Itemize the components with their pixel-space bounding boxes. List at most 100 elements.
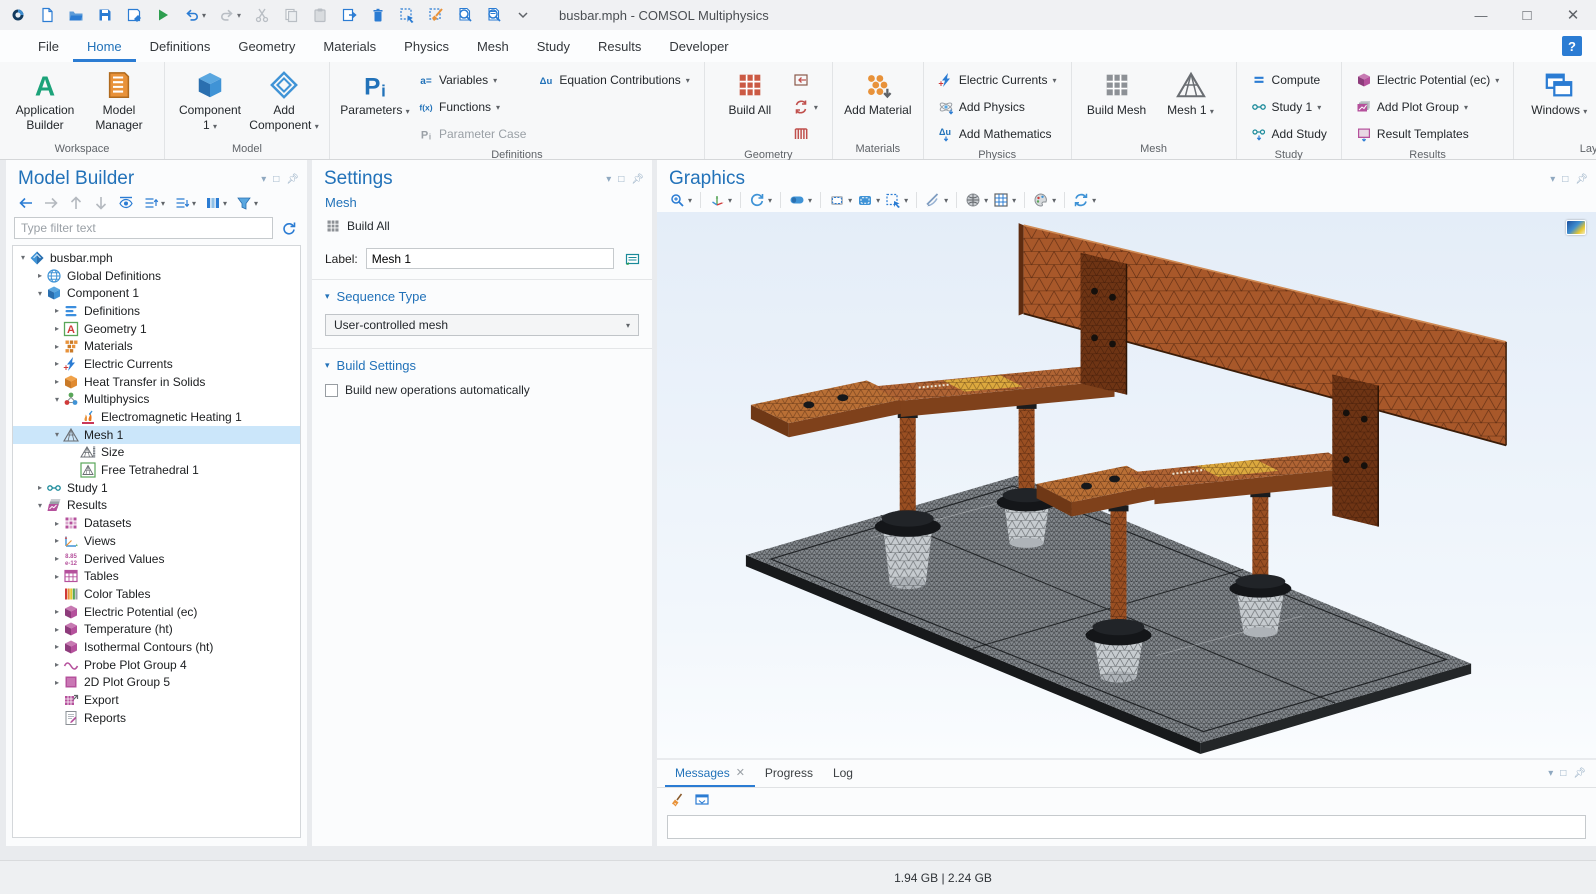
application-builder-button[interactable]: AApplication Builder bbox=[10, 67, 80, 133]
study-1-button[interactable]: Study 1▾ bbox=[1247, 94, 1331, 120]
label-input[interactable] bbox=[366, 248, 614, 269]
tree-filter-input[interactable] bbox=[14, 217, 273, 239]
tree-node-reports[interactable]: Reports bbox=[13, 709, 300, 727]
run-button[interactable] bbox=[155, 7, 171, 23]
paste-button[interactable] bbox=[312, 7, 328, 23]
add-material-button[interactable]: Add Material bbox=[843, 67, 913, 118]
build-settings-header[interactable]: ▾ Build Settings bbox=[325, 358, 639, 373]
collapse-node-icon[interactable]: ▾ bbox=[34, 289, 46, 298]
collapse-node-icon[interactable]: ▾ bbox=[17, 253, 29, 262]
back-button[interactable] bbox=[18, 195, 34, 211]
tree-node-isothermal-contours-ht-[interactable]: ▸Isothermal Contours (ht) bbox=[13, 638, 300, 656]
insert-sequence-button[interactable] bbox=[789, 67, 822, 93]
parameter-case-button[interactable]: PiParameter Case bbox=[414, 121, 530, 147]
expand-node-icon[interactable]: ▸ bbox=[51, 342, 63, 351]
rotate-button[interactable]: ▾ bbox=[749, 192, 772, 208]
save-button[interactable] bbox=[97, 7, 113, 23]
undo-button[interactable]: ▾ bbox=[184, 7, 206, 23]
message-log-button[interactable] bbox=[694, 792, 710, 811]
electric-currents-button[interactable]: +Electric Currents▾ bbox=[934, 67, 1061, 93]
electric-potential-ec--button[interactable]: Electric Potential (ec)▾ bbox=[1352, 67, 1503, 93]
hide-objects-button[interactable]: ▾ bbox=[925, 192, 948, 208]
tree-node-materials[interactable]: ▸Materials bbox=[13, 337, 300, 355]
model-manager-button[interactable]: Model Manager bbox=[84, 67, 154, 133]
tree-node-global-definitions[interactable]: ▸Global Definitions bbox=[13, 267, 300, 285]
menu-tab-study[interactable]: Study bbox=[523, 30, 584, 62]
build-new-operations-checkbox[interactable] bbox=[325, 384, 338, 397]
tree-node-definitions[interactable]: ▸Definitions bbox=[13, 302, 300, 320]
add-component-button[interactable]: Add Component ▾ bbox=[249, 67, 319, 133]
tree-node-datasets[interactable]: ▸Datasets bbox=[13, 514, 300, 532]
overflow-button[interactable] bbox=[515, 7, 531, 23]
go-to-view-button[interactable]: ▾ bbox=[709, 192, 732, 208]
panel-menu-icon[interactable]: ▾ bbox=[261, 174, 266, 185]
menu-tab-developer[interactable]: Developer bbox=[655, 30, 742, 62]
expand-node-icon[interactable]: ▸ bbox=[51, 377, 63, 386]
expand-node-icon[interactable]: ▸ bbox=[51, 536, 63, 545]
minimize-button[interactable]: — bbox=[1458, 0, 1504, 30]
messages-output-area[interactable] bbox=[667, 815, 1586, 839]
panel-pin-icon[interactable]: 📌︎ bbox=[1575, 174, 1588, 185]
filter-button[interactable]: ▾ bbox=[236, 195, 258, 211]
build-all-button[interactable]: Build All bbox=[312, 212, 652, 238]
tree-node-multiphysics[interactable]: ▾Multiphysics bbox=[13, 391, 300, 409]
open-button[interactable] bbox=[68, 7, 84, 23]
expand-node-icon[interactable]: ▸ bbox=[34, 271, 46, 280]
add-plot-group-button[interactable]: Add Plot Group▾ bbox=[1352, 94, 1503, 120]
panel-menu-icon[interactable]: ▾ bbox=[606, 174, 611, 185]
add-study-button[interactable]: Add Study bbox=[1247, 121, 1331, 147]
refresh-icon[interactable] bbox=[279, 218, 299, 238]
sequence-type-header[interactable]: ▾ Sequence Type bbox=[325, 289, 639, 304]
menu-tab-materials[interactable]: Materials bbox=[309, 30, 390, 62]
duplicate-button[interactable] bbox=[341, 7, 357, 23]
result-templates-button[interactable]: Result Templates bbox=[1352, 121, 1503, 147]
move-up-button[interactable] bbox=[68, 195, 84, 211]
expand-node-icon[interactable]: ▸ bbox=[51, 359, 63, 368]
help-button[interactable]: ? bbox=[1562, 36, 1582, 56]
redo-button[interactable]: ▾ bbox=[219, 7, 241, 23]
tree-node-color-tables[interactable]: Color Tables bbox=[13, 585, 300, 603]
tree-node-study-1[interactable]: ▸Study 1 bbox=[13, 479, 300, 497]
tree-node-derived-values[interactable]: ▸8.85e-12Derived Values bbox=[13, 550, 300, 568]
menu-tab-definitions[interactable]: Definitions bbox=[136, 30, 225, 62]
collapse-node-icon[interactable]: ▾ bbox=[34, 501, 46, 510]
update-view-button[interactable]: ▾ bbox=[1073, 192, 1096, 208]
panel-float-icon[interactable]: □ bbox=[273, 174, 279, 185]
tree-node-geometry-1[interactable]: ▸AGeometry 1 bbox=[13, 320, 300, 338]
delete-button[interactable] bbox=[370, 7, 386, 23]
panel-float-icon[interactable]: □ bbox=[1562, 174, 1568, 185]
tree-node-electric-potential-ec-[interactable]: ▸Electric Potential (ec) bbox=[13, 603, 300, 621]
update-geometry-button[interactable]: ▾ bbox=[789, 94, 822, 120]
expand-button[interactable]: ▾ bbox=[143, 195, 165, 211]
expand-node-icon[interactable]: ▸ bbox=[51, 306, 63, 315]
panel-pin-icon[interactable]: 📌︎ bbox=[286, 174, 299, 185]
component-1-button[interactable]: Component 1 ▾ bbox=[175, 67, 245, 133]
build-all-button[interactable]: Build All bbox=[715, 67, 785, 118]
find-settings-button[interactable] bbox=[486, 7, 502, 23]
maximize-button[interactable]: □ bbox=[1504, 0, 1550, 30]
expand-node-icon[interactable]: ▸ bbox=[51, 554, 63, 563]
collapse-button[interactable]: ▾ bbox=[174, 195, 196, 211]
tree-node-heat-transfer-in-solids[interactable]: ▸Heat Transfer in Solids bbox=[13, 373, 300, 391]
expand-node-icon[interactable]: ▸ bbox=[51, 625, 63, 634]
panel-pin-icon[interactable]: 📌︎ bbox=[1573, 768, 1586, 779]
functions-button[interactable]: f(x)Functions▾ bbox=[414, 94, 530, 120]
sequence-type-select[interactable]: User-controlled mesh ▾ bbox=[325, 314, 639, 336]
expand-node-icon[interactable]: ▸ bbox=[51, 324, 63, 333]
collapse-node-icon[interactable]: ▾ bbox=[51, 395, 63, 404]
comsol-logo-button[interactable] bbox=[10, 7, 26, 23]
equation-contributions-button[interactable]: ΔuEquation Contributions▾ bbox=[534, 67, 693, 93]
view-settings-button[interactable]: ▾ bbox=[789, 192, 812, 208]
zoom-button[interactable]: ▾ bbox=[669, 192, 692, 208]
tree-node-2d-plot-group-5[interactable]: ▸2D Plot Group 5 bbox=[13, 674, 300, 692]
close-tab-icon[interactable]: ✕ bbox=[736, 766, 745, 779]
panel-float-icon[interactable]: □ bbox=[618, 174, 624, 185]
collapse-node-icon[interactable]: ▾ bbox=[51, 430, 63, 439]
tree-node-size[interactable]: Size bbox=[13, 444, 300, 462]
plot-window-badge-icon[interactable] bbox=[1566, 220, 1586, 235]
panel-float-icon[interactable]: □ bbox=[1560, 768, 1566, 779]
move-down-button[interactable] bbox=[93, 195, 109, 211]
virtual-operations-button[interactable] bbox=[789, 121, 822, 147]
panel-pin-icon[interactable]: 📌︎ bbox=[631, 174, 644, 185]
tree-node-temperature-ht-[interactable]: ▸Temperature (ht) bbox=[13, 620, 300, 638]
